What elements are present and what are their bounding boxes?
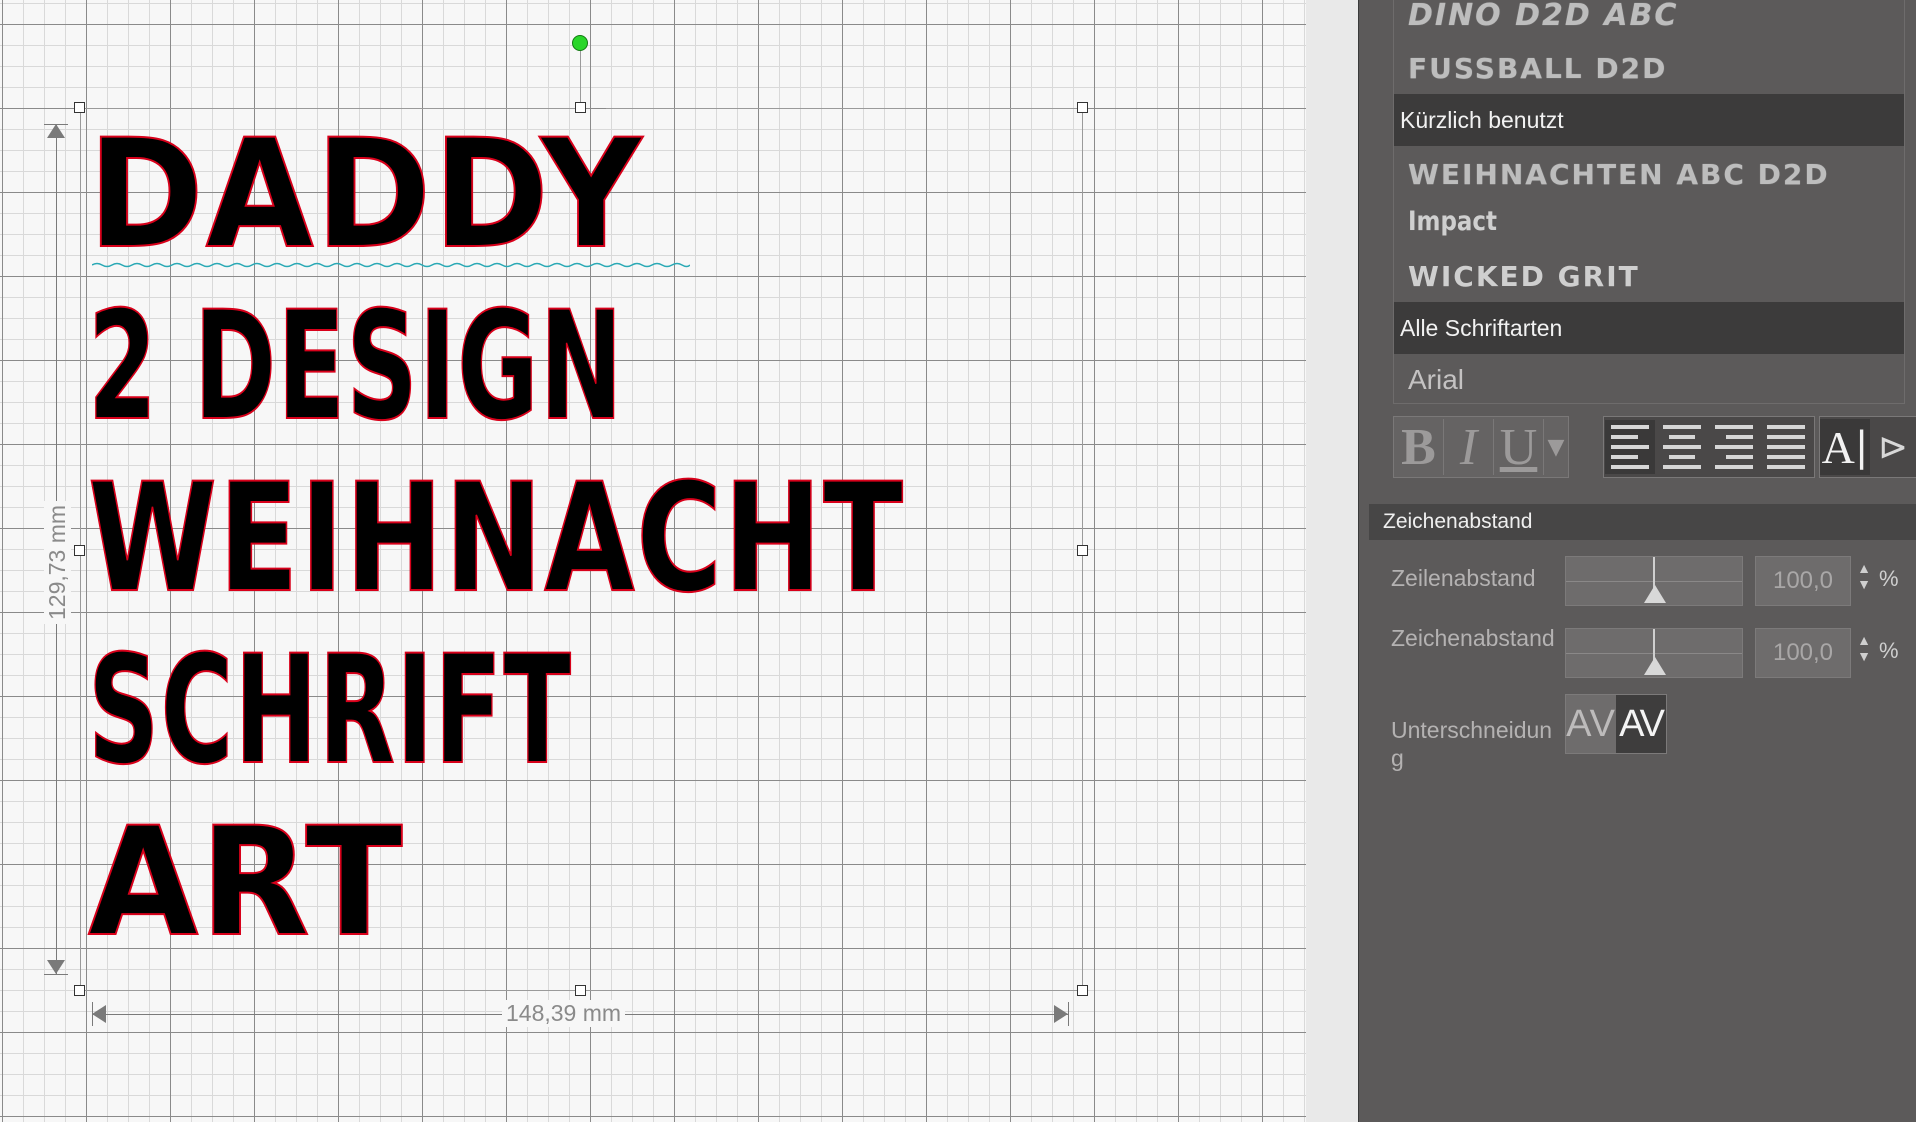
alignment-toolbar bbox=[1603, 416, 1815, 478]
char-spacing-input[interactable]: 100,0 bbox=[1755, 628, 1851, 678]
text-mode-toolbar: A | ⊳ bbox=[1819, 416, 1916, 478]
line-spacing-stepper-icon[interactable]: ▲ ▼ bbox=[1857, 560, 1871, 592]
design-text-line-2[interactable]: 2 DESIGN bbox=[87, 291, 624, 443]
align-center-icon[interactable] bbox=[1657, 420, 1707, 474]
rotate-handle-stem bbox=[580, 50, 581, 108]
resize-handle-top-right[interactable] bbox=[1077, 102, 1088, 113]
width-arrow-left-icon bbox=[92, 1005, 106, 1023]
design-text-line-5[interactable]: ART bbox=[87, 807, 405, 959]
align-left-icon[interactable] bbox=[1605, 420, 1655, 474]
char-spacing-unit: % bbox=[1879, 638, 1899, 663]
height-arrow-bottom-icon bbox=[47, 960, 65, 974]
align-justify-icon[interactable] bbox=[1761, 420, 1811, 474]
recent-fonts-header: Kürzlich benutzt bbox=[1394, 94, 1904, 146]
font-item-impact[interactable]: Impact bbox=[1408, 206, 1497, 237]
rotate-handle[interactable] bbox=[572, 35, 588, 51]
line-spacing-thumb-icon[interactable] bbox=[1644, 585, 1666, 603]
resize-handle-bottom-left[interactable] bbox=[74, 985, 85, 996]
kerning-on-button[interactable]: AV bbox=[1616, 695, 1666, 753]
text-mode-button[interactable]: A | bbox=[1820, 419, 1870, 475]
text-on-path-icon[interactable]: ⊳ bbox=[1870, 419, 1916, 475]
spacing-section-header: Zeichenabstand bbox=[1369, 504, 1916, 540]
canvas-panel-divider bbox=[1306, 0, 1358, 1122]
selection-border-top-right bbox=[606, 108, 1082, 109]
spellcheck-underline bbox=[92, 262, 690, 268]
all-fonts-header: Alle Schriftarten bbox=[1394, 302, 1904, 354]
design-text-line-3[interactable]: WEIHNACHT bbox=[87, 463, 905, 615]
resize-handle-bottom-middle[interactable] bbox=[575, 985, 586, 996]
text-cursor-icon: | bbox=[1854, 424, 1869, 470]
align-right-icon[interactable] bbox=[1709, 420, 1759, 474]
width-arrow-right-icon bbox=[1054, 1005, 1068, 1023]
font-item-fussball[interactable]: FUSSBALL D2D bbox=[1408, 52, 1667, 85]
underline-options-dropdown-icon[interactable]: ▼ bbox=[1544, 419, 1568, 475]
line-spacing-slider[interactable] bbox=[1565, 556, 1743, 606]
width-dimension-tick-right bbox=[1068, 1002, 1069, 1026]
width-dimension-label: 148,39 mm bbox=[502, 1000, 626, 1027]
height-arrow-top-icon bbox=[47, 124, 65, 138]
resize-handle-middle-right[interactable] bbox=[1077, 545, 1088, 556]
font-item-wicked-grit[interactable]: WICKED GRIT bbox=[1408, 260, 1640, 293]
design-text-line-1[interactable]: DADDY bbox=[87, 119, 644, 271]
resize-handle-middle-left[interactable] bbox=[74, 545, 85, 556]
underline-button[interactable]: U bbox=[1494, 419, 1544, 476]
resize-handle-top-left[interactable] bbox=[74, 102, 85, 113]
style-toolbar: B I U ▼ bbox=[1393, 416, 1569, 478]
line-spacing-label: Zeilenabstand bbox=[1391, 565, 1536, 591]
italic-button[interactable]: I bbox=[1444, 419, 1494, 476]
char-spacing-stepper-icon[interactable]: ▲ ▼ bbox=[1857, 632, 1871, 664]
resize-handle-bottom-right[interactable] bbox=[1077, 985, 1088, 996]
kerning-label: Unterschneidung bbox=[1391, 717, 1553, 771]
line-spacing-unit: % bbox=[1879, 566, 1899, 591]
design-canvas[interactable]: 129,73 mm 148,39 mm DADDY 2 DESIGN WEIHN… bbox=[0, 0, 1306, 1122]
font-list[interactable]: DINO D2D ABC FUSSBALL D2D Kürzlich benut… bbox=[1393, 0, 1905, 404]
height-dimension-label: 129,73 mm bbox=[44, 500, 71, 624]
char-spacing-slider[interactable] bbox=[1565, 628, 1743, 678]
font-item-arial[interactable]: Arial bbox=[1408, 364, 1464, 396]
font-item-weihnachten[interactable]: WEIHNACHTEN ABC D2D bbox=[1408, 158, 1830, 191]
char-spacing-thumb-icon[interactable] bbox=[1644, 657, 1666, 675]
char-spacing-label: Zeichenabstand bbox=[1391, 625, 1555, 651]
text-mode-label: A bbox=[1821, 421, 1855, 473]
font-item-dino[interactable]: DINO D2D ABC bbox=[1408, 0, 1678, 33]
bold-button[interactable]: B bbox=[1394, 419, 1444, 476]
design-text-line-4[interactable]: SCHRIFT bbox=[87, 635, 572, 787]
kerning-toggle: AV AV bbox=[1565, 694, 1667, 754]
line-spacing-input[interactable]: 100,0 bbox=[1755, 556, 1851, 606]
kerning-off-button[interactable]: AV bbox=[1566, 695, 1616, 753]
height-dimension-tick-bottom bbox=[44, 974, 68, 975]
text-properties-panel: DINO D2D ABC FUSSBALL D2D Kürzlich benut… bbox=[1358, 0, 1916, 1122]
